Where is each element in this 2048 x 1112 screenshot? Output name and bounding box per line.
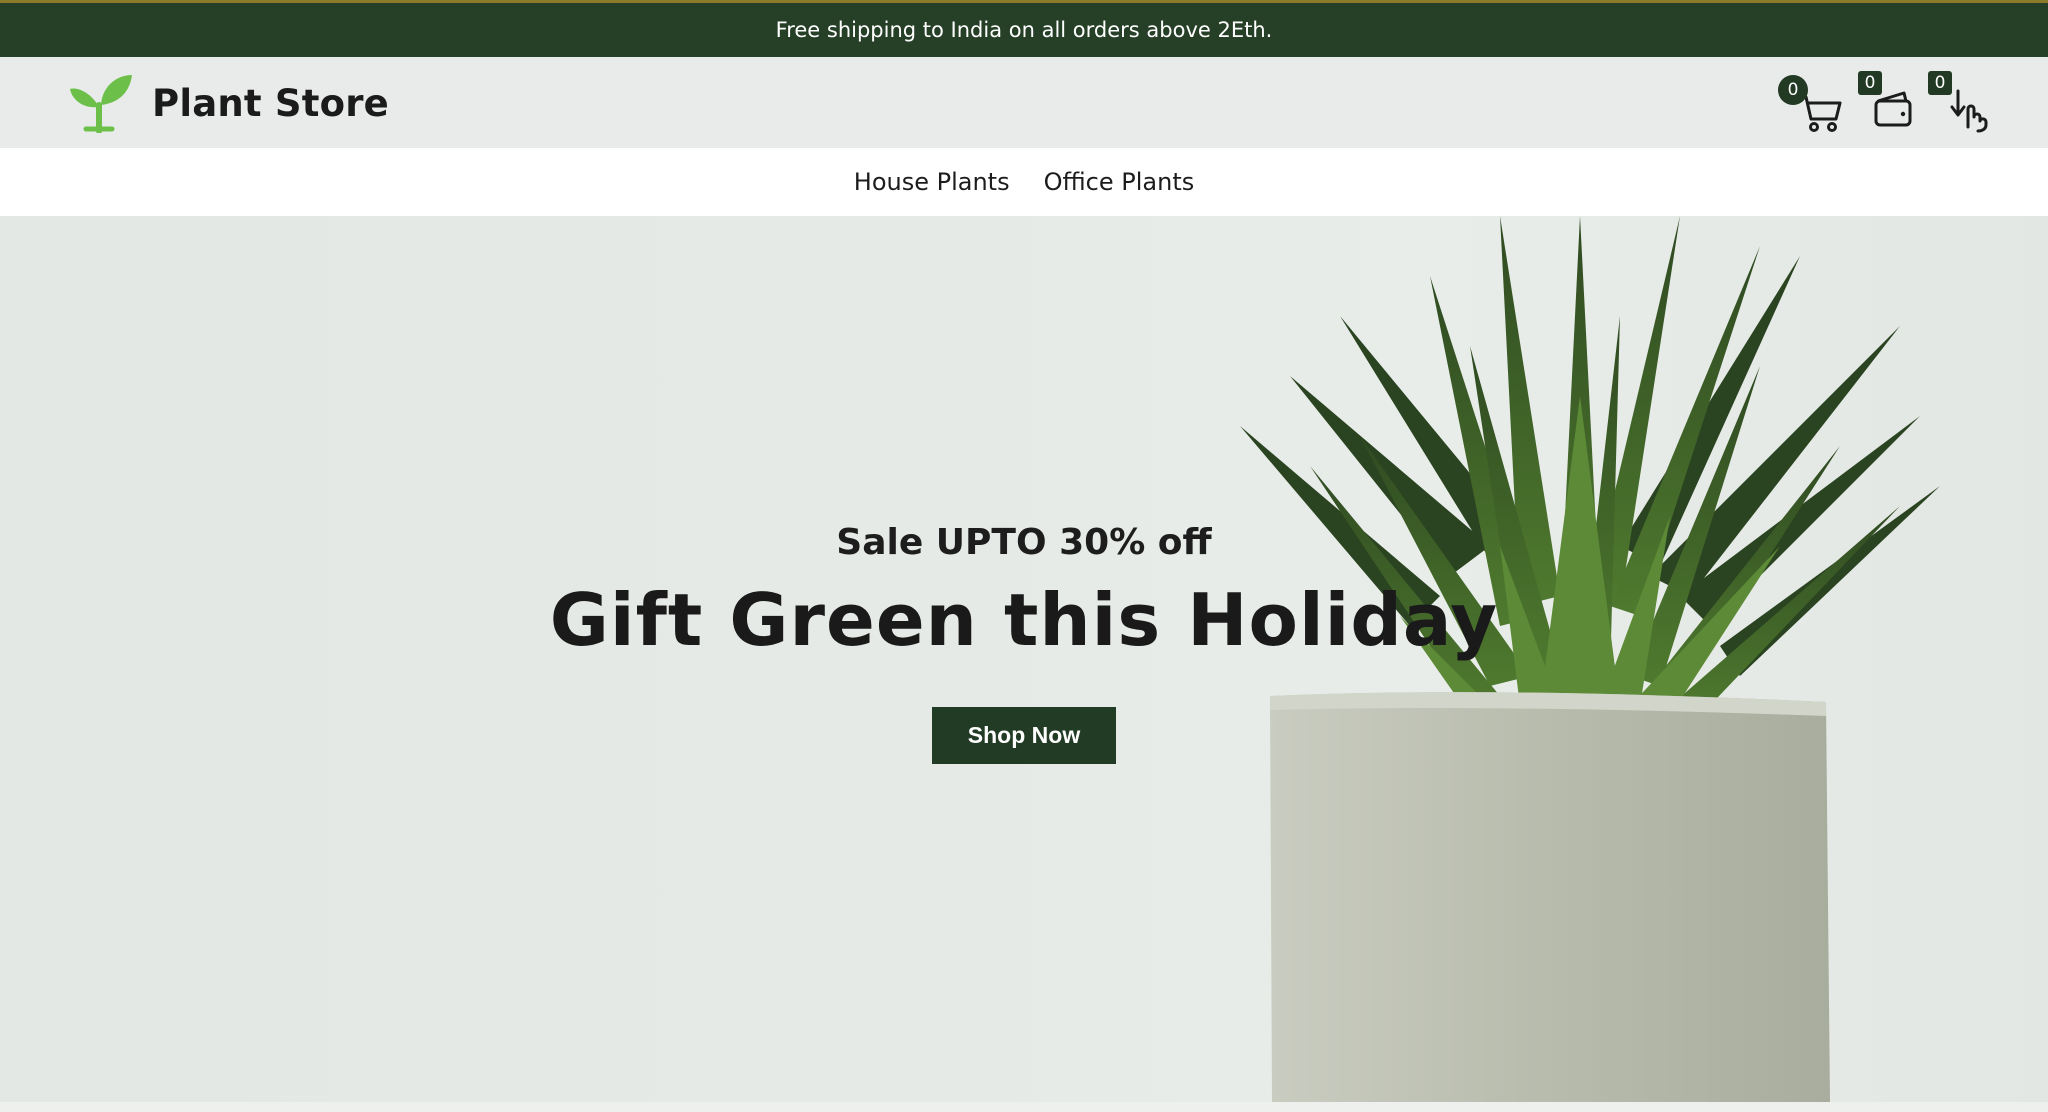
wallet-count-badge: 0 — [1858, 71, 1882, 95]
nav-item-house-plants[interactable]: House Plants — [854, 168, 1010, 196]
hero-subtitle: Sale UPTO 30% off — [836, 522, 1212, 563]
announcement-bar: Free shipping to India on all orders abo… — [0, 0, 2048, 57]
wallet-button[interactable]: 0 — [1858, 71, 1920, 135]
main-nav: House Plants Office Plants — [0, 148, 2048, 216]
sprout-icon — [70, 75, 132, 133]
hero-bottom-strip — [0, 1102, 2048, 1112]
touch-button[interactable]: 0 — [1928, 71, 1992, 135]
shop-now-button[interactable]: Shop Now — [932, 707, 1116, 764]
nav-item-office-plants[interactable]: Office Plants — [1044, 168, 1195, 196]
logo[interactable]: Plant Store — [68, 73, 389, 133]
announcement-text: Free shipping to India on all orders abo… — [775, 18, 1273, 42]
header-icons: 0 0 0 — [1776, 67, 1988, 139]
hero-title: Gift Green this Holiday — [549, 578, 1499, 662]
cart-button[interactable]: 0 — [1778, 75, 1844, 135]
logo-text: Plant Store — [152, 81, 389, 125]
touch-count-badge: 0 — [1928, 71, 1952, 95]
site-header: Plant Store 0 0 0 — [0, 57, 2048, 148]
cart-count-badge: 0 — [1778, 75, 1808, 105]
hero-banner: Sale UPTO 30% off Gift Green this Holida… — [0, 216, 2048, 1102]
